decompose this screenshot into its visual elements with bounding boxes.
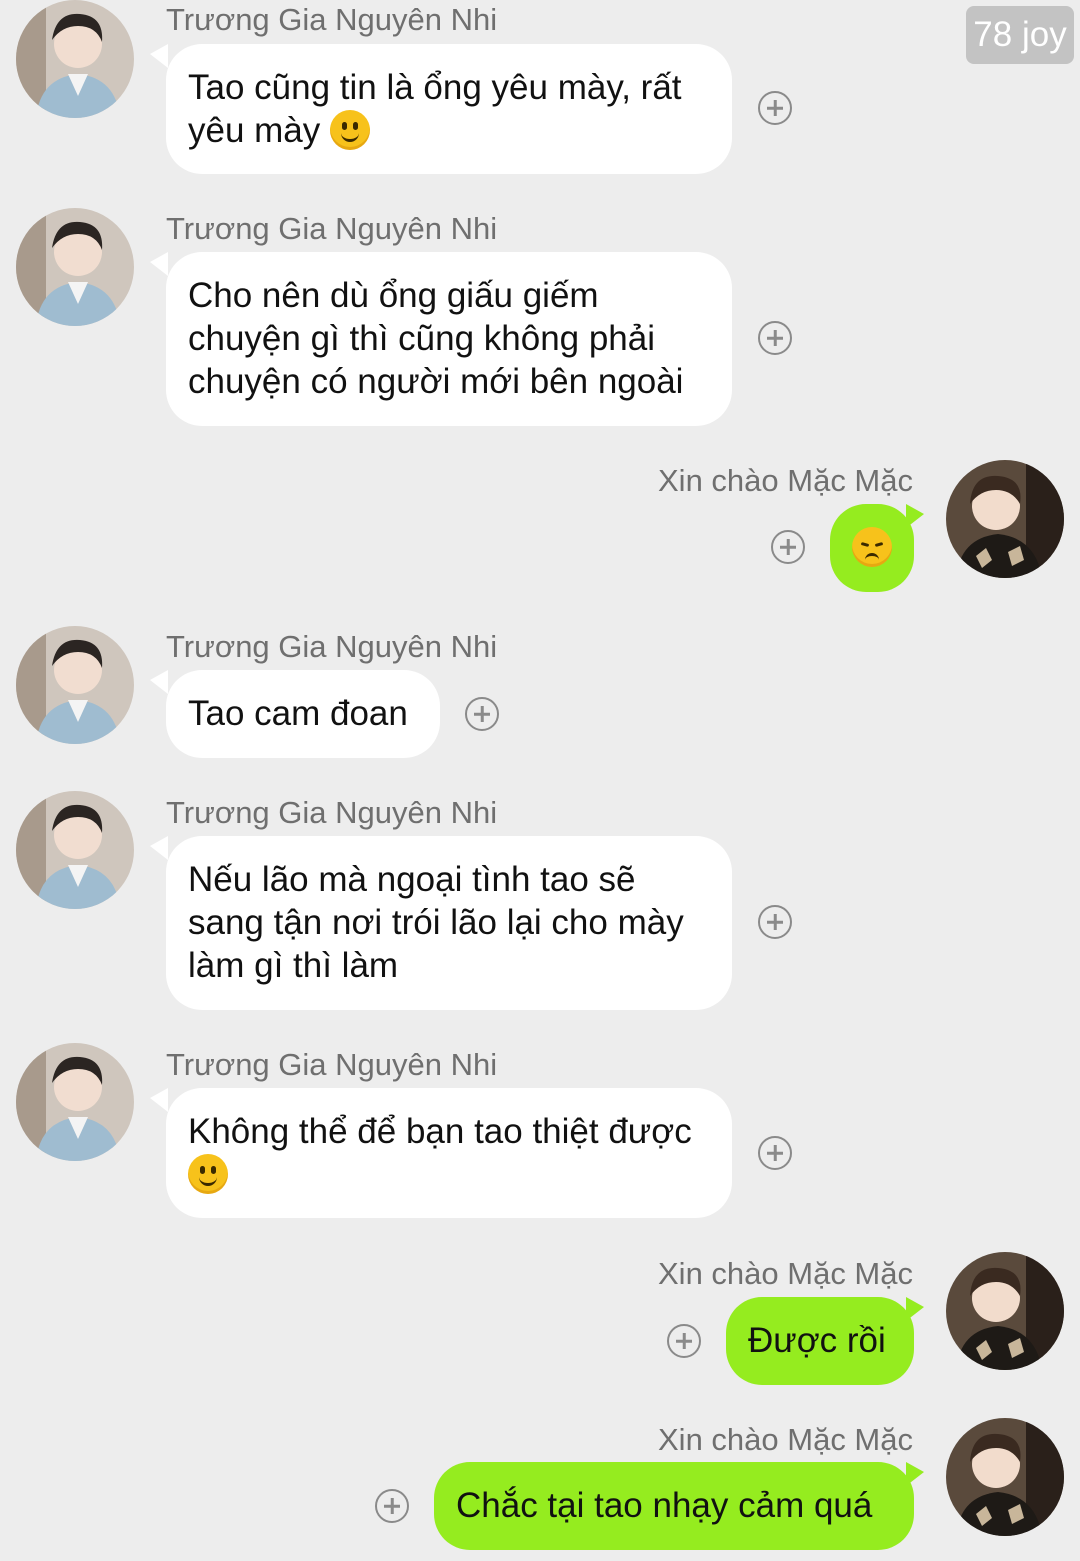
message-bubble[interactable] [830,504,914,592]
watermark: 78 joy [966,6,1074,64]
bubble-tail [150,836,168,860]
sender-name: Xin chào Mặc Mặc [658,1422,913,1457]
message-bubble[interactable]: Nếu lão mà ngoại tình tao sẽ sang tận nơ… [166,836,732,1010]
sender-name: Trương Gia Nguyên Nhi [166,1047,498,1082]
add-reaction-icon[interactable] [465,697,499,731]
contact-avatar[interactable] [16,208,134,326]
message-line: Chắc tại tao nhạy cảm quá [456,1486,873,1525]
message-line: Được rồi [748,1321,886,1360]
message-line: sang tận nơi trói lão lại cho mày [188,903,684,942]
bubble-tail [150,252,168,276]
sender-name: Trương Gia Nguyên Nhi [166,211,498,246]
message-bubble[interactable]: Cho nên dù ổng giấu giếm chuyện gì thì c… [166,252,732,426]
message-bubble[interactable]: Được rồi [726,1297,914,1385]
pensive-face-icon [852,527,892,567]
message-bubble[interactable]: Tao cũng tin là ổng yêu mày, rất yêu mày [166,44,732,174]
add-reaction-icon[interactable] [667,1324,701,1358]
contact-avatar[interactable] [16,791,134,909]
self-avatar[interactable] [946,460,1064,578]
add-reaction-icon[interactable] [758,905,792,939]
message-bubble[interactable]: Chắc tại tao nhạy cảm quá [434,1462,914,1550]
slightly-smiling-face-icon [188,1154,228,1194]
message-line: Tao cam đoan [188,694,408,733]
self-avatar[interactable] [946,1418,1064,1536]
bubble-tail [150,44,168,68]
bubble-tail [150,1088,168,1112]
contact-avatar[interactable] [16,626,134,744]
slightly-smiling-face-icon [330,110,371,150]
message-line: chuyện có người mới bên ngoài [188,362,684,401]
add-reaction-icon[interactable] [375,1489,409,1523]
add-reaction-icon[interactable] [758,321,792,355]
add-reaction-icon[interactable] [771,530,805,564]
add-reaction-icon[interactable] [758,91,792,125]
self-avatar[interactable] [946,1252,1064,1370]
message-line: Tao cũng tin là ổng yêu mày, rất [188,68,682,107]
message-line: chuyện gì thì cũng không phải [188,319,656,358]
add-reaction-icon[interactable] [758,1136,792,1170]
message-bubble[interactable]: Không thể để bạn tao thiệt được [166,1088,732,1218]
sender-name: Trương Gia Nguyên Nhi [166,795,498,830]
message-line: yêu mày [188,109,710,152]
contact-avatar[interactable] [16,1043,134,1161]
bubble-tail [150,670,168,694]
sender-name: Trương Gia Nguyên Nhi [166,2,498,37]
message-line: Không thể để bạn tao thiệt được [188,1112,692,1151]
sender-name: Xin chào Mặc Mặc [658,463,913,498]
message-line-text: yêu mày [188,111,321,150]
message-line: Cho nên dù ổng giấu giếm [188,276,599,315]
message-line [188,1153,710,1196]
message-line: Nếu lão mà ngoại tình tao sẽ [188,860,636,899]
contact-avatar[interactable] [16,0,134,118]
sender-name: Trương Gia Nguyên Nhi [166,629,498,664]
message-line: làm gì thì làm [188,946,399,985]
sender-name: Xin chào Mặc Mặc [658,1256,913,1291]
message-bubble[interactable]: Tao cam đoan [166,670,440,758]
